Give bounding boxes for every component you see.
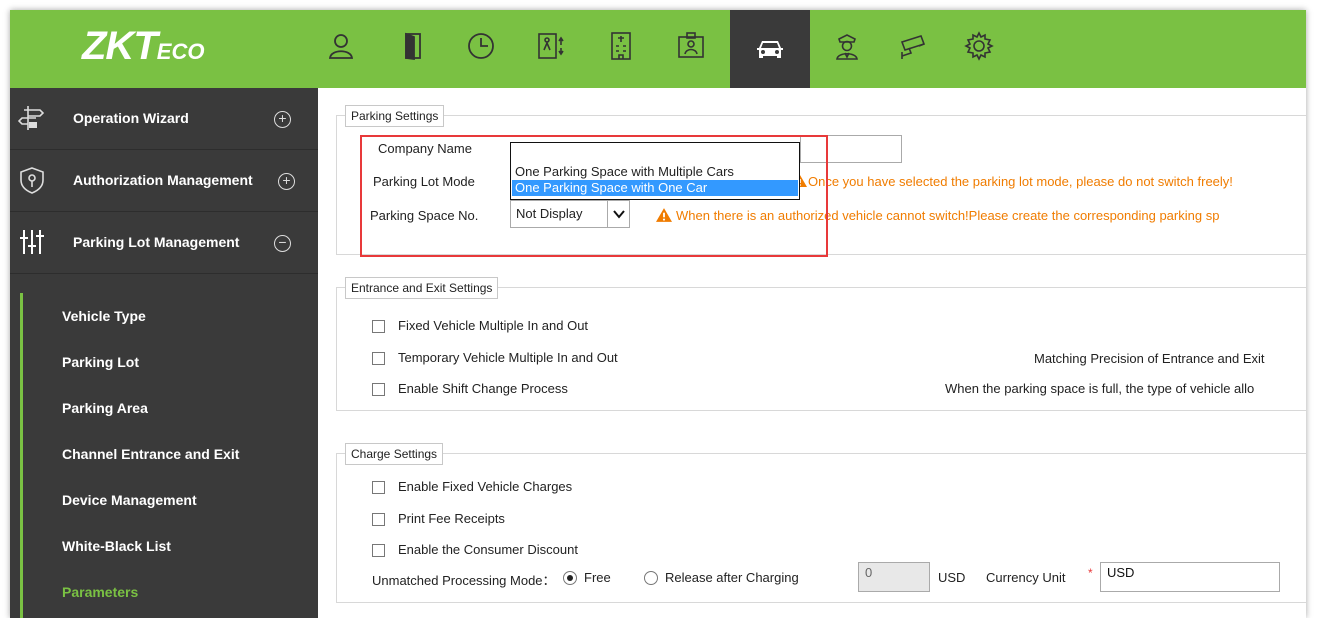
- sidebar-item-parameters[interactable]: Parameters: [62, 584, 138, 600]
- consumer-discount-label: Enable the Consumer Discount: [398, 542, 578, 557]
- app-window: ZKTECO Operation Wizard + Authorization …: [10, 10, 1306, 618]
- shield-icon: [20, 167, 44, 194]
- sidebar-section-parking-lot-management[interactable]: Parking Lot Management −: [10, 212, 318, 274]
- temporary-vehicle-multiple-checkbox[interactable]: [372, 352, 385, 365]
- guard-icon[interactable]: [818, 10, 876, 82]
- fixed-vehicle-multiple-checkbox[interactable]: [372, 320, 385, 333]
- collapse-icon[interactable]: −: [274, 235, 291, 252]
- print-fee-receipts-checkbox[interactable]: [372, 513, 385, 526]
- release-after-charging-radio[interactable]: [644, 571, 658, 585]
- sidebar-item-parking-lot[interactable]: Parking Lot: [62, 354, 139, 370]
- sidebar-section-label: Operation Wizard: [73, 110, 189, 126]
- clock-icon[interactable]: [452, 10, 510, 82]
- building-icon[interactable]: [592, 10, 650, 82]
- fixed-vehicle-charges-label: Enable Fixed Vehicle Charges: [398, 479, 573, 494]
- camera-icon[interactable]: [884, 10, 942, 82]
- currency-unit-label: Currency Unit: [986, 570, 1066, 585]
- fixed-vehicle-multiple-label: Fixed Vehicle Multiple In and Out: [398, 318, 589, 333]
- elevator-icon[interactable]: [522, 10, 580, 82]
- charge-settings-legend: Charge Settings: [345, 443, 444, 465]
- sliders-icon: [20, 230, 44, 254]
- entrance-exit-legend: Entrance and Exit Settings: [345, 277, 499, 299]
- visitor-card-icon[interactable]: [662, 10, 720, 82]
- sidebar-item-white-black-list[interactable]: White-Black List: [62, 538, 171, 554]
- free-label: Free: [584, 570, 611, 585]
- shift-change-label: Enable Shift Change Process: [398, 381, 568, 396]
- sidebar: Operation Wizard + Authorization Managem…: [10, 88, 318, 618]
- signpost-icon: [18, 106, 45, 130]
- sidebar-section-label: Parking Lot Management: [73, 234, 240, 250]
- sidebar-section-authorization-management[interactable]: Authorization Management +: [10, 150, 318, 212]
- main-content: Parking Settings Company Name Parking Lo…: [318, 88, 1306, 618]
- shift-change-checkbox[interactable]: [372, 383, 385, 396]
- sidebar-item-vehicle-type[interactable]: Vehicle Type: [62, 308, 146, 324]
- matching-precision-label: Matching Precision of Entrance and Exit: [1034, 351, 1265, 366]
- free-radio[interactable]: [563, 571, 577, 585]
- sidebar-item-channel-entrance-exit[interactable]: Channel Entrance and Exit: [62, 446, 239, 462]
- sidebar-item-device-management[interactable]: Device Management: [62, 492, 197, 508]
- parking-lot-mode-warning: Once you have selected the parking lot m…: [808, 174, 1233, 189]
- gear-icon[interactable]: [950, 10, 1008, 82]
- unmatched-processing-label: Unmatched Processing Mode：: [372, 573, 556, 588]
- required-mark: *: [1088, 566, 1093, 580]
- fee-unit-label: USD: [938, 570, 966, 585]
- parking-settings-legend: Parking Settings: [345, 105, 445, 127]
- expand-icon[interactable]: +: [278, 173, 295, 190]
- fee-amount-input[interactable]: 0: [858, 562, 930, 592]
- currency-unit-input[interactable]: USD: [1100, 562, 1280, 592]
- sidebar-section-label: Authorization Management: [73, 172, 253, 188]
- temporary-vehicle-multiple-label: Temporary Vehicle Multiple In and Out: [398, 350, 618, 365]
- door-icon[interactable]: [384, 10, 442, 82]
- full-space-label: When the parking space is full, the type…: [945, 381, 1255, 396]
- consumer-discount-checkbox[interactable]: [372, 544, 385, 557]
- person-icon[interactable]: [312, 10, 370, 82]
- highlight-box: [360, 135, 828, 257]
- release-after-charging-label: Release after Charging: [665, 570, 799, 585]
- print-fee-receipts-label: Print Fee Receipts: [398, 511, 505, 526]
- fixed-vehicle-charges-checkbox[interactable]: [372, 481, 385, 494]
- zkteco-logo: ZKTECO: [82, 24, 205, 68]
- expand-icon[interactable]: +: [274, 111, 291, 128]
- top-nav-bar: ZKTECO: [10, 10, 1306, 88]
- sidebar-item-parking-area[interactable]: Parking Area: [62, 400, 148, 416]
- car-icon[interactable]: [730, 10, 810, 88]
- sidebar-section-operation-wizard[interactable]: Operation Wizard +: [10, 88, 318, 150]
